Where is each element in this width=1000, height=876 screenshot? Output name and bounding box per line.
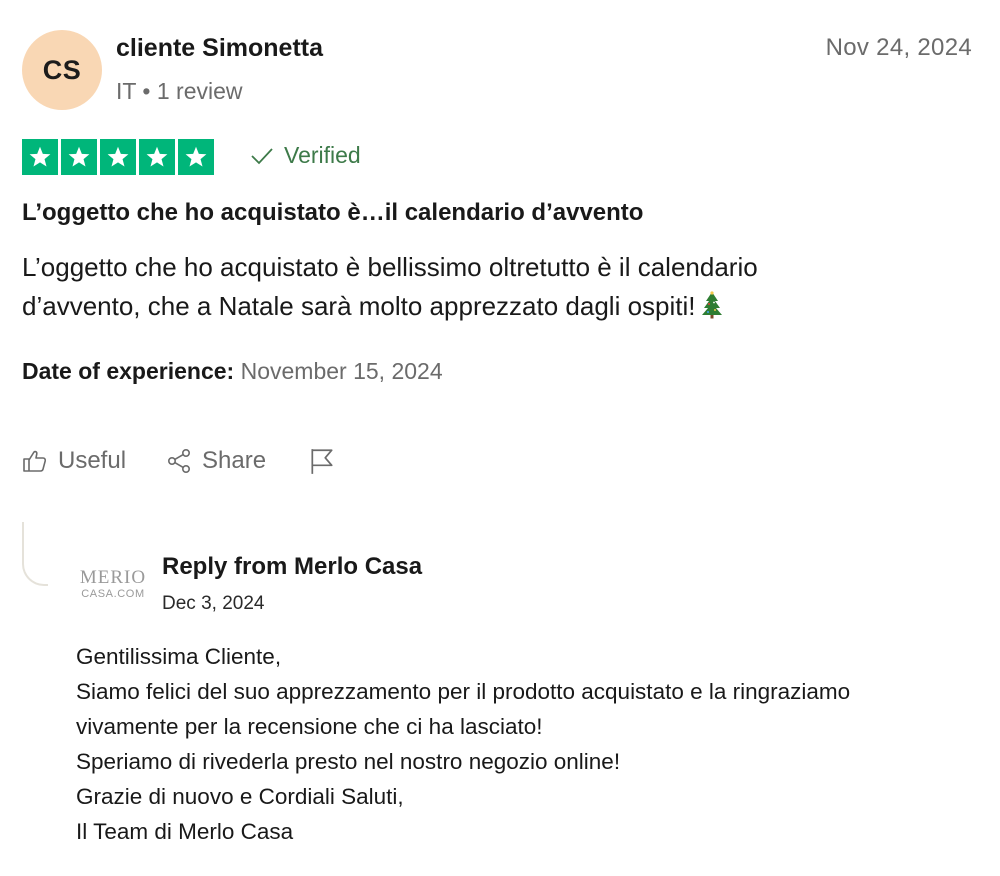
star-icon <box>139 139 175 175</box>
review-actions: Useful Share <box>22 446 336 476</box>
star-icon <box>61 139 97 175</box>
company-logo-top: MERIO <box>79 567 147 588</box>
company-logo-bottom: CASA.COM <box>81 588 145 600</box>
reply-line: Il Team di Merlo Casa <box>76 819 294 844</box>
reply-line: Speriamo di rivederla presto nel nostro … <box>76 749 621 774</box>
christmas-tree-icon <box>701 291 722 319</box>
share-button[interactable]: Share <box>166 447 266 475</box>
reply-line: Siamo felici del suo apprezzamento per i… <box>76 679 851 704</box>
experience-label: Date of experience: <box>22 358 235 384</box>
experience-date: November 15, 2024 <box>240 358 443 384</box>
star-icon <box>178 139 214 175</box>
star-rating <box>22 139 214 175</box>
flag-icon <box>311 449 333 474</box>
review-body-line: d’avvento, che a Natale sarà molto appre… <box>22 287 922 326</box>
reply-body: Gentilissima Cliente, Siamo felici del s… <box>76 639 986 849</box>
reply-line: Gentilissima Cliente, <box>76 644 282 669</box>
useful-button[interactable]: Useful <box>22 447 126 475</box>
verified-label: Verified <box>284 142 361 168</box>
avatar[interactable]: CS <box>22 30 102 110</box>
thumbs-up-icon <box>23 450 47 472</box>
checkmark-icon <box>251 147 273 164</box>
reviewer-meta: IT • 1 review <box>116 78 243 104</box>
star-icon <box>100 139 136 175</box>
reply-date: Dec 3, 2024 <box>162 593 265 614</box>
reply-line: vivamente per la recensione che ci ha la… <box>76 714 543 739</box>
review-body-line: L’oggetto che ho acquistato è bellissimo… <box>22 252 758 282</box>
share-label: Share <box>202 447 267 474</box>
star-icon <box>22 139 58 175</box>
review-body: L’oggetto che ho acquistato è bellissimo… <box>22 248 922 326</box>
reply-from: Reply from Merlo Casa <box>162 553 423 580</box>
reply-connector <box>22 522 48 586</box>
useful-label: Useful <box>58 447 127 474</box>
reviewer-name[interactable]: cliente Simonetta <box>116 34 323 63</box>
report-button[interactable] <box>308 446 336 476</box>
review-date: Nov 24, 2024 <box>825 34 972 61</box>
verified-badge[interactable]: Verified <box>250 142 361 169</box>
date-of-experience: Date of experience: November 15, 2024 <box>22 358 443 385</box>
share-icon <box>168 448 191 473</box>
review-title: L’oggetto che ho acquistato è…il calenda… <box>22 199 644 226</box>
reply-line: Grazie di nuovo e Cordiali Saluti, <box>76 784 404 809</box>
company-logo: MERIO CASA.COM <box>77 567 149 601</box>
